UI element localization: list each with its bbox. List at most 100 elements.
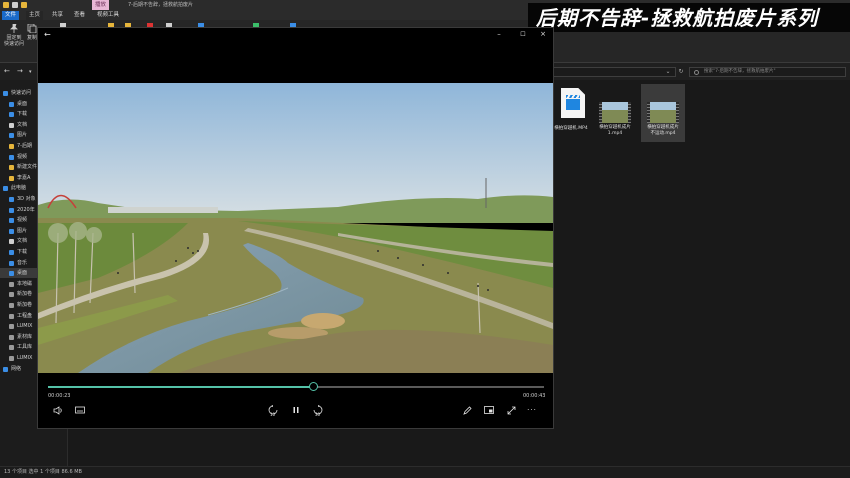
refresh-icon[interactable]: ↻ [676,67,686,77]
sidebar-item-label: 3D 对象 [17,196,36,202]
sidebar-item-label: 素材库 [17,333,33,340]
sidebar-item-label: 工具库 [17,344,33,351]
sidebar-item-label: 网络 [11,365,22,372]
seek-bar-progress [48,386,314,388]
folder-icon [9,271,14,277]
skip-forward-button[interactable]: 30 [311,404,325,417]
maximize-icon[interactable]: ☐ [518,31,528,38]
folder-icon [3,91,8,96]
search-icon [694,70,699,75]
forward-arrow-icon[interactable]: → [17,67,23,75]
window-title: 7-后期不告辞，拯救航拍废片 [128,2,193,8]
folder-icon [3,366,8,372]
file-item-selected[interactable]: 横拍穿越机成片 不运动.mp4 [641,84,685,142]
search-placeholder: 搜索"7-后期不告辞，拯救航拍废片" [704,69,776,74]
folder-icon [9,250,14,255]
folder-icon [9,154,14,160]
skip-back-button[interactable]: 10 [266,404,280,417]
folder-icon [9,197,14,202]
recent-dropdown-icon[interactable]: ▾ [29,69,32,75]
copy-button[interactable]: 复制 [26,24,38,41]
video-file-icon [561,88,585,118]
search-input[interactable]: 搜索"7-后期不告辞，拯救航拍废片" [689,67,846,77]
edit-button[interactable] [460,404,474,416]
copy-icon [27,24,37,33]
sidebar-item-label: 下载 [17,249,28,255]
mini-view-button[interactable] [482,404,496,416]
folder-icon [9,345,14,351]
pencil-icon [462,405,472,415]
file-name: 横拍穿越机.MP4 [554,126,588,131]
folder-icon [9,292,14,298]
volume-icon [53,405,62,415]
back-arrow-icon[interactable]: ← [44,30,51,39]
pause-button[interactable] [289,404,303,416]
volume-button[interactable] [51,404,65,416]
properties-icon[interactable] [12,2,18,8]
more-options-button[interactable]: ··· [525,404,539,416]
folder-icon [9,207,14,213]
overlay-banner: 后期不告辞-拯救航拍废片系列 [528,3,850,32]
sidebar-item-label: 图片 [17,132,28,139]
folder-icon [9,313,14,319]
subtitles-icon [75,406,85,413]
folder-icon [9,144,14,149]
subtitles-button[interactable] [73,404,87,416]
player-title-bar: ← – ☐ × [38,28,553,42]
address-bar[interactable] [553,67,676,77]
file-item[interactable]: 横拍穿越机成片 1.mp4 [595,84,635,142]
close-icon[interactable]: × [538,30,548,38]
folder-icon [9,260,14,266]
folder-icon [9,281,14,287]
tab-file[interactable]: 文件 [2,11,20,20]
sidebar-item-label: LUMIX [17,355,33,361]
folder-icon[interactable] [3,2,9,8]
folder-icon [9,122,14,128]
sidebar-item-label: 新加卷 [17,291,33,298]
skip-forward-seconds: 30 [315,412,321,417]
sidebar-item-label: 音乐 [17,259,28,266]
folder-icon [9,228,14,234]
sidebar-item-label: 下载 [17,111,28,118]
sidebar-item-label: 图片 [17,227,28,234]
folder-icon [9,218,14,224]
sidebar-item-label: 桌面 [17,100,28,107]
sidebar-item-label: 7-后期 [17,143,32,149]
folder-icon [9,165,14,171]
seek-bar-handle[interactable] [308,382,318,391]
more-icon: ··· [527,406,537,414]
pause-icon [293,407,299,413]
file-name: 横拍穿越机成片 1.mp4 [599,125,631,136]
tab-video-tools[interactable]: 视频工具 [94,11,122,20]
folder-icon [9,324,14,330]
aerial-river-scene [38,83,553,373]
sidebar-item-label: 李嘉A [17,174,31,181]
pin-quick-access-button[interactable]: 固定到 快速访问 [3,24,25,47]
address-dropdown-icon[interactable]: ⌄ [663,67,673,77]
sidebar-item-label: 桌面 [17,270,28,277]
banner-text: 后期不告辞-拯救航拍废片系列 [536,6,819,30]
video-thumbnail [647,102,679,123]
folder-icon [9,101,14,107]
sidebar-item-label: 视频 [17,217,28,224]
tab-view[interactable]: 查看 [71,11,88,20]
pin-icon [10,24,18,33]
pin-label: 固定到 快速访问 [3,35,24,47]
seek-bar[interactable] [48,382,544,391]
back-arrow-icon[interactable]: ← [4,67,10,75]
sidebar-item-label: 本地磁 [17,280,33,287]
new-folder-icon[interactable] [21,2,27,8]
video-frame[interactable] [38,83,553,373]
fullscreen-button[interactable] [504,404,518,416]
folder-icon [9,112,14,118]
tab-share[interactable]: 共享 [49,11,66,20]
minimize-icon[interactable]: – [494,30,504,38]
folder-icon [3,186,8,192]
tab-home[interactable]: 主页 [26,11,44,20]
file-item[interactable]: 横拍穿越机.MP4 [551,84,591,142]
sidebar-item-label: 2020年 [17,206,35,213]
sidebar-item-label: LUMIX [17,323,33,330]
copy-label: 复制 [26,35,37,41]
folder-icon [9,334,14,340]
tab-play-context[interactable]: 播放 [92,0,110,10]
